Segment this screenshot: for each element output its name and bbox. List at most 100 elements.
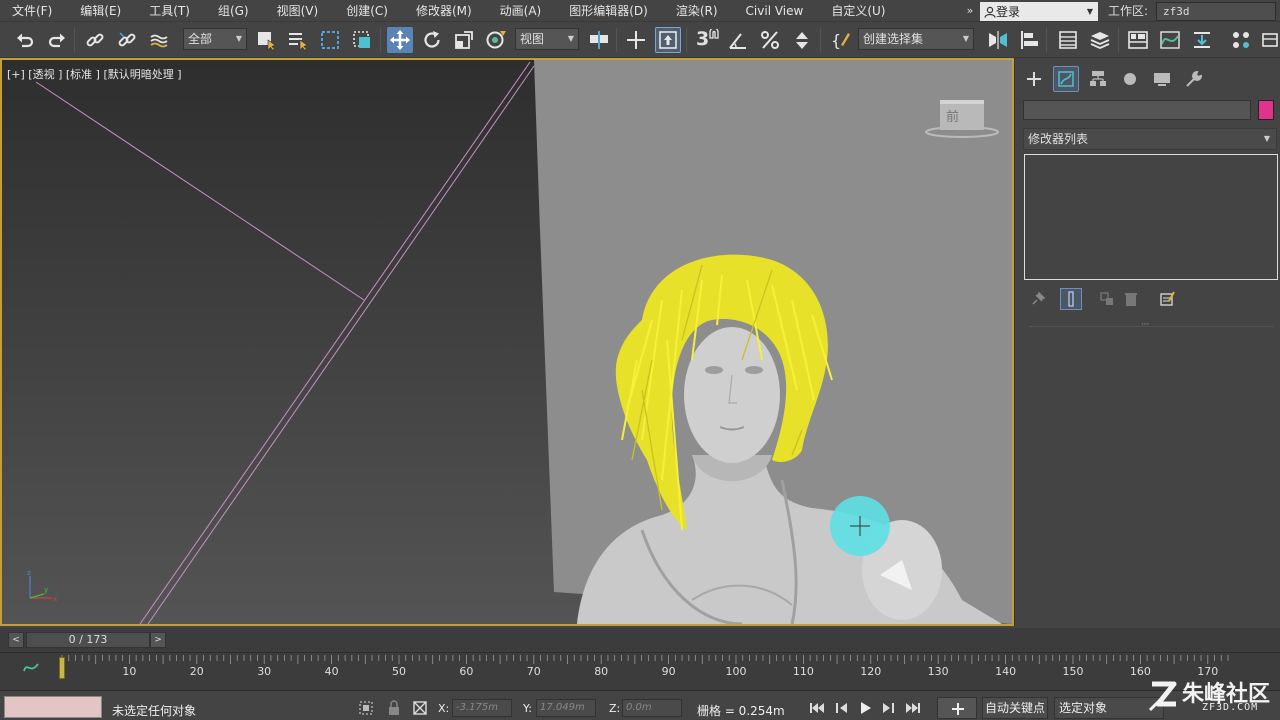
show-end-result-button[interactable] xyxy=(1060,288,1082,310)
modifier-list-dropdown[interactable]: 修改器列表 ▼ xyxy=(1023,128,1277,150)
pin-stack-button[interactable] xyxy=(1027,288,1049,310)
menu-group[interactable]: 组(G) xyxy=(204,0,263,22)
window-crossing-button[interactable] xyxy=(349,27,375,53)
grid-size: 栅格 = 0.254m xyxy=(697,704,785,718)
svg-text:y: y xyxy=(44,586,48,594)
frame-tick-label: 140 xyxy=(995,665,1017,678)
select-scale-button[interactable] xyxy=(451,27,477,53)
set-key-button[interactable] xyxy=(937,697,977,719)
curve-editor-button[interactable] xyxy=(1157,27,1183,53)
display-tab[interactable] xyxy=(1149,66,1175,92)
modifier-stack[interactable] xyxy=(1024,154,1278,280)
next-frame-button[interactable] xyxy=(878,699,898,717)
lock-icon[interactable] xyxy=(386,700,402,716)
y-coordinate-field[interactable]: 17.049m xyxy=(536,699,596,717)
link-button[interactable] xyxy=(82,27,108,53)
menu-view[interactable]: 视图(V) xyxy=(263,0,333,22)
absolute-mode-icon[interactable] xyxy=(412,700,428,716)
menu-edit[interactable]: 编辑(E) xyxy=(66,0,135,22)
snaps-toggle-button[interactable]: 3 xyxy=(693,27,719,53)
time-slider[interactable]: 0 / 173 xyxy=(26,632,150,648)
menu-rendering[interactable]: 渲染(R) xyxy=(662,0,732,22)
object-color-swatch[interactable] xyxy=(1258,100,1274,120)
menu-civil-view[interactable]: Civil View xyxy=(732,0,818,22)
reference-coordinate-dropdown[interactable]: 视图 ▼ xyxy=(515,28,579,50)
z-coordinate-label: Z: xyxy=(609,702,621,715)
maxscript-listener[interactable] xyxy=(4,696,102,718)
time-slider-next-button[interactable]: > xyxy=(150,632,166,648)
scene-explorer-icon xyxy=(1059,31,1077,49)
perspective-viewport[interactable]: [+] [透视 ] [标准 ] [默认明暗处理 ] 前 z x y xyxy=(0,58,1014,626)
isolate-selection-icon[interactable] xyxy=(358,700,374,716)
utilities-tab[interactable] xyxy=(1181,66,1207,92)
create-tab[interactable] xyxy=(1021,66,1047,92)
select-manipulate-button[interactable] xyxy=(623,27,649,53)
go-to-start-button[interactable] xyxy=(807,699,827,717)
target-line xyxy=(147,65,535,624)
workspace-dropdown[interactable]: zf3d xyxy=(1156,2,1276,21)
z-coordinate-field[interactable]: 0.0m xyxy=(622,699,682,717)
go-to-end-icon xyxy=(906,703,920,713)
select-move-button[interactable] xyxy=(387,27,413,53)
hierarchy-tab[interactable] xyxy=(1085,66,1111,92)
panel-resize-grip[interactable]: ···· xyxy=(1141,321,1155,330)
login-dropdown[interactable]: 登录 ▼ xyxy=(980,2,1098,21)
select-place-button[interactable] xyxy=(483,27,509,53)
unlink-button[interactable] xyxy=(114,27,140,53)
edit-named-selection-button[interactable]: { xyxy=(828,27,854,53)
select-object-button[interactable] xyxy=(253,27,279,53)
play-button[interactable] xyxy=(856,699,876,717)
toggle-scene-explorer-button[interactable] xyxy=(1055,27,1081,53)
toggle-layer-explorer-button[interactable] xyxy=(1087,27,1113,53)
redo-button[interactable] xyxy=(44,27,70,53)
viewport-label[interactable]: [+] [透视 ] [标准 ] [默认明暗处理 ] xyxy=(7,66,182,82)
mini-curve-editor-icon[interactable] xyxy=(22,659,40,677)
menu-animation[interactable]: 动画(A) xyxy=(486,0,556,22)
menu-modifiers[interactable]: 修改器(M) xyxy=(402,0,486,22)
keyboard-shortcut-override-button[interactable] xyxy=(655,27,681,53)
undo-button[interactable] xyxy=(12,27,38,53)
motion-tab[interactable] xyxy=(1117,66,1143,92)
configure-modifier-sets-button[interactable] xyxy=(1156,288,1178,310)
key-plus-icon xyxy=(952,703,964,715)
rectangular-selection-button[interactable] xyxy=(317,27,343,53)
shortcut-override-icon xyxy=(659,31,677,49)
viewcube[interactable]: 前 xyxy=(922,96,1002,140)
angle-snap-button[interactable] xyxy=(725,27,751,53)
bind-space-warp-button[interactable] xyxy=(146,27,172,53)
toggle-ribbon-button[interactable] xyxy=(1125,27,1151,53)
spinner-snap-button[interactable] xyxy=(789,27,815,53)
select-by-name-button[interactable] xyxy=(285,27,311,53)
menu-customize[interactable]: 自定义(U) xyxy=(817,0,899,22)
named-selection-dropdown[interactable]: 创建选择集 ▼ xyxy=(858,28,974,50)
previous-frame-button[interactable] xyxy=(832,699,852,717)
pivot-center-button[interactable] xyxy=(586,27,612,53)
selection-filter-dropdown[interactable]: 全部 ▼ xyxy=(183,28,247,50)
object-name-field[interactable] xyxy=(1023,100,1251,120)
time-slider-prev-button[interactable]: < xyxy=(8,632,24,648)
x-coordinate-field[interactable]: -3.175m xyxy=(452,699,512,717)
percent-snap-button[interactable] xyxy=(757,27,783,53)
menu-overflow-button[interactable]: » xyxy=(962,0,978,22)
make-unique-button[interactable] xyxy=(1096,288,1118,310)
go-to-end-button[interactable] xyxy=(903,699,923,717)
timeline-playhead[interactable] xyxy=(59,657,65,679)
schematic-view-button[interactable] xyxy=(1189,27,1215,53)
track-bar[interactable]: 10 20 30 40 50 60 70 80 90 100 110 120 130 140 150 160 1… xyxy=(0,652,1280,690)
material-editor-button[interactable] xyxy=(1228,27,1254,53)
menu-graph-editors[interactable]: 图形编辑器(D) xyxy=(555,0,662,22)
select-rotate-button[interactable] xyxy=(419,27,445,53)
remove-modifier-button[interactable] xyxy=(1120,288,1142,310)
frame-ticks xyxy=(61,655,1229,664)
menu-create[interactable]: 创建(C) xyxy=(332,0,402,22)
workspace-label: 工作区: xyxy=(1108,4,1149,18)
menu-tools[interactable]: 工具(T) xyxy=(135,0,204,22)
menu-file[interactable]: 文件(F) xyxy=(0,0,66,22)
auto-key-button[interactable]: 自动关键点 xyxy=(982,697,1048,719)
mirror-button[interactable] xyxy=(985,27,1011,53)
frame-tick-label: 130 xyxy=(927,665,949,678)
modify-tab[interactable] xyxy=(1053,66,1079,92)
render-setup-button[interactable] xyxy=(1258,27,1280,53)
menu-bar: 文件(F) 编辑(E) 工具(T) 组(G) 视图(V) 创建(C) 修改器(M… xyxy=(0,0,1280,22)
align-button[interactable] xyxy=(1017,27,1043,53)
